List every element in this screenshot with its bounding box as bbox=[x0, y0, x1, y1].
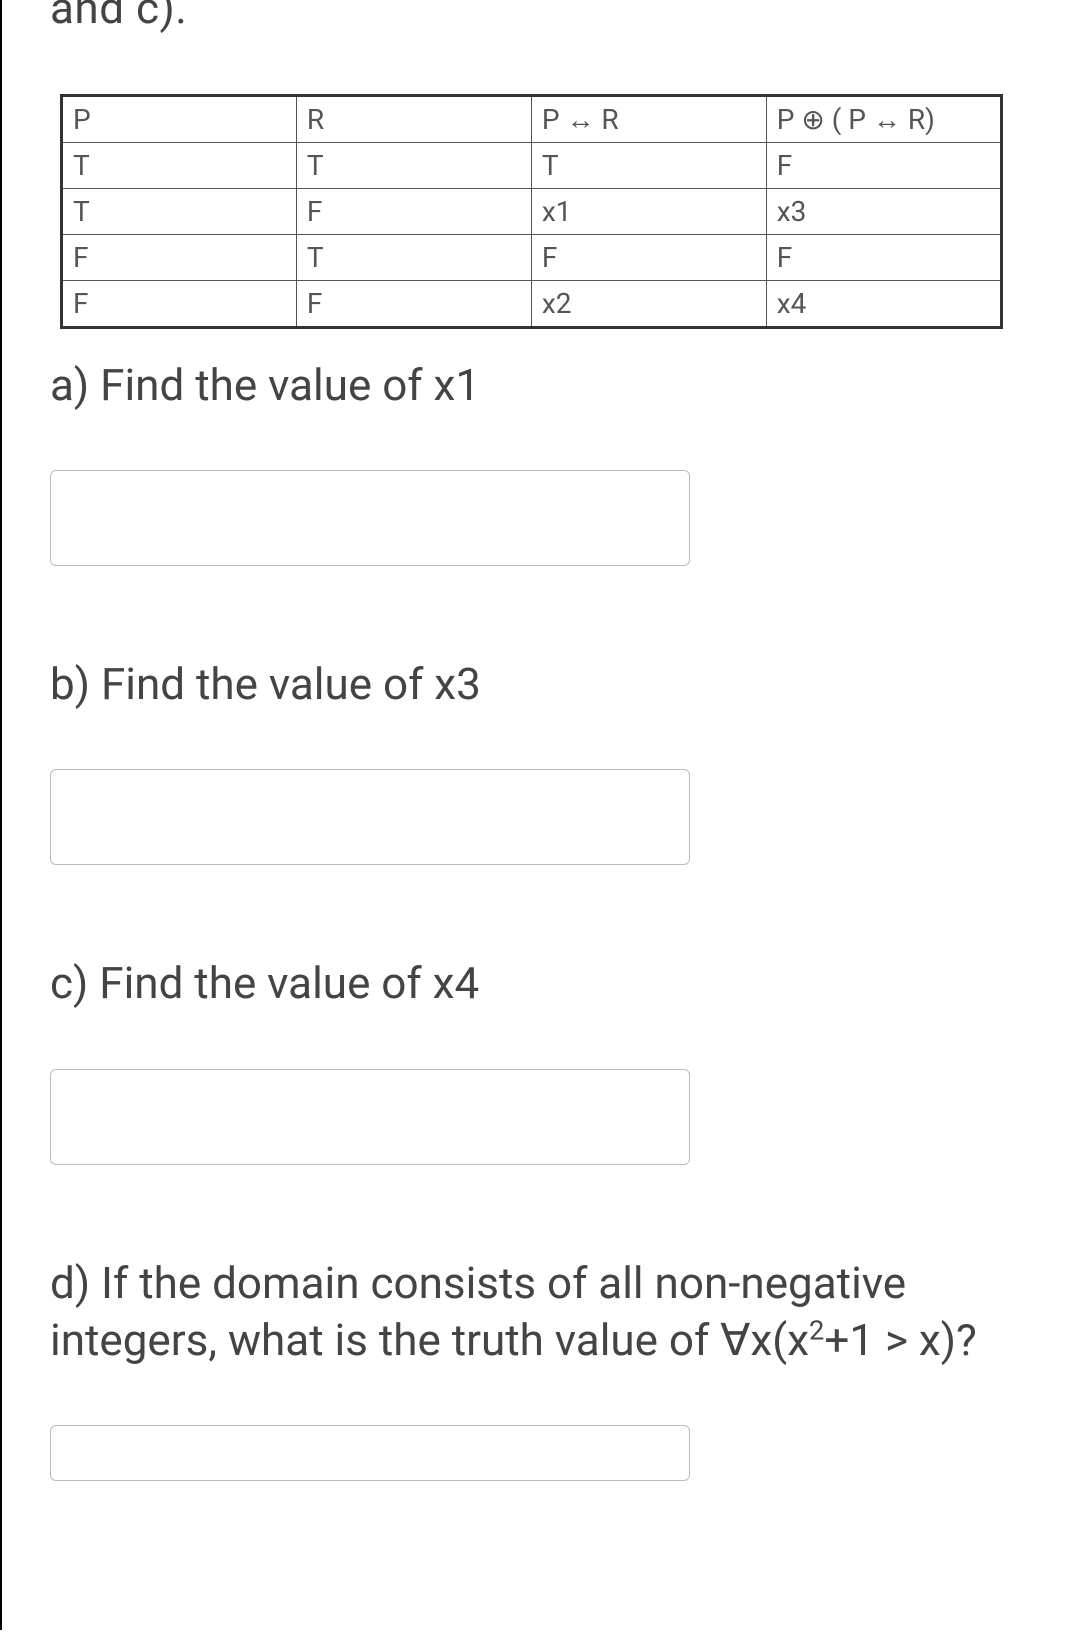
table-cell: x3 bbox=[766, 189, 1001, 235]
table-header-cell: R bbox=[296, 96, 531, 143]
question-c-text: c) Find the value of x4 bbox=[50, 955, 1032, 1012]
answer-d-input[interactable] bbox=[50, 1425, 690, 1481]
table-cell: x1 bbox=[531, 189, 766, 235]
page-container: and c). P R P ↔ R P ⊕ ( P ↔ R) T T T F T… bbox=[0, 0, 1080, 1630]
table-cell: T bbox=[296, 235, 531, 281]
table-row: F F x2 x4 bbox=[62, 281, 1002, 328]
table-cell: F bbox=[62, 235, 297, 281]
answer-a-input[interactable] bbox=[50, 470, 690, 566]
table-cell: F bbox=[296, 281, 531, 328]
table-row: F T F F bbox=[62, 235, 1002, 281]
table-cell: T bbox=[62, 189, 297, 235]
question-d-exponent: 2 bbox=[809, 1314, 824, 1346]
table-header-cell: P ⊕ ( P ↔ R) bbox=[766, 96, 1001, 143]
table-cell: F bbox=[296, 189, 531, 235]
answer-c-input[interactable] bbox=[50, 1069, 690, 1165]
table-row: T F x1 x3 bbox=[62, 189, 1002, 235]
top-text-fragment: and c). bbox=[50, 0, 1032, 34]
question-d-prefix: d) If the domain consists of all non-neg… bbox=[50, 1257, 906, 1366]
table-header-cell: P bbox=[62, 96, 297, 143]
table-header-cell: P ↔ R bbox=[531, 96, 766, 143]
table-row: P R P ↔ R P ⊕ ( P ↔ R) bbox=[62, 96, 1002, 143]
question-b-text: b) Find the value of x3 bbox=[50, 656, 1032, 713]
table-cell: F bbox=[766, 143, 1001, 189]
table-cell: F bbox=[766, 235, 1001, 281]
table-cell: x2 bbox=[531, 281, 766, 328]
question-d-text: d) If the domain consists of all non-neg… bbox=[50, 1255, 1032, 1369]
table-row: T T T F bbox=[62, 143, 1002, 189]
truth-table: P R P ↔ R P ⊕ ( P ↔ R) T T T F T F x1 x3… bbox=[60, 94, 1003, 329]
table-cell: F bbox=[62, 281, 297, 328]
table-cell: F bbox=[531, 235, 766, 281]
table-cell: x4 bbox=[766, 281, 1001, 328]
question-a-text: a) Find the value of x1 bbox=[50, 357, 1032, 414]
table-cell: T bbox=[296, 143, 531, 189]
table-cell: T bbox=[531, 143, 766, 189]
answer-b-input[interactable] bbox=[50, 769, 690, 865]
question-d-suffix: +1 > x)? bbox=[824, 1314, 976, 1366]
table-cell: T bbox=[62, 143, 297, 189]
